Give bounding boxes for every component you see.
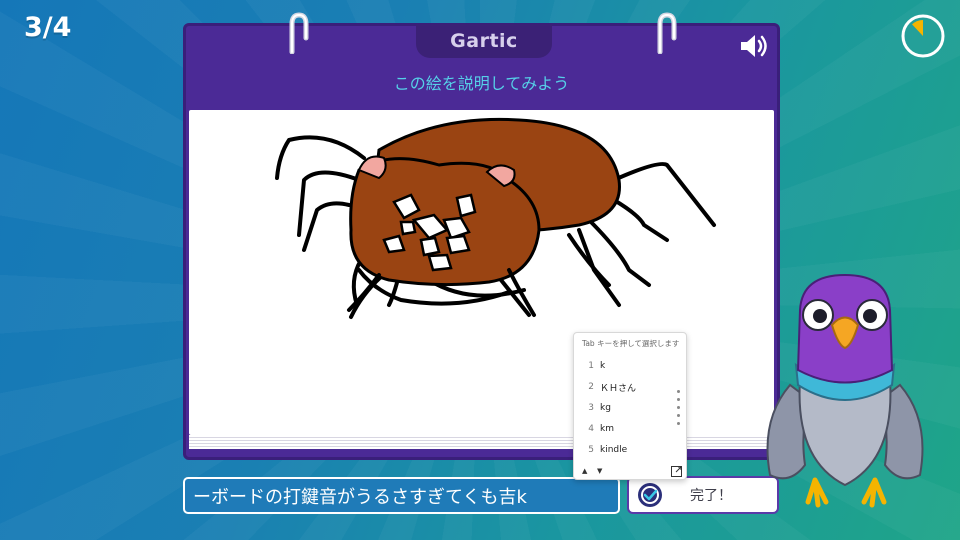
binder-ring-left (289, 12, 309, 54)
notebook-header: Gartic この絵を説明してみよう (186, 24, 777, 106)
ime-candidate[interactable]: 3 kg (574, 398, 678, 418)
answer-input[interactable] (183, 477, 620, 514)
ime-scroll-dots (677, 390, 681, 430)
ime-candidate[interactable]: 1k (574, 356, 678, 376)
ime-candidate-text: k (600, 361, 606, 371)
checkmark-icon (638, 483, 662, 507)
ime-candidate-text: kg (600, 403, 611, 413)
speaker-icon[interactable] (738, 32, 770, 60)
expand-icon[interactable] (671, 466, 682, 477)
binder-ring-right (657, 12, 677, 54)
ime-candidate[interactable]: 5 kindle (574, 440, 678, 460)
ime-candidate-text: kindle (600, 445, 628, 455)
ime-candidate-popup: Tab キーを押して選択します 1 k 2 ＫＨさん 3 kg 4 km 5 kindle ▲ ▼ (573, 332, 687, 480)
ime-page-up[interactable]: ▲ (582, 467, 587, 475)
ime-hint: Tab キーを押して選択します (582, 339, 680, 348)
ime-candidate-number: 5 (588, 445, 594, 455)
ime-candidate-number: 4 (588, 424, 594, 434)
round-counter: 3/4 (24, 12, 72, 43)
ime-candidate-number: 1 (588, 361, 594, 371)
pigeon-mascot-icon (766, 273, 924, 508)
ime-candidate-text: ＫＨさん (600, 383, 637, 394)
clock-icon (901, 14, 945, 58)
done-button[interactable]: 完了！ (627, 476, 779, 514)
ime-candidate-number: 2 (588, 382, 594, 392)
drawing-notebook: Gartic この絵を説明してみよう (183, 12, 780, 460)
ime-candidate[interactable]: 4 km (574, 419, 678, 439)
ime-candidate[interactable]: 2 ＫＨさん (574, 377, 678, 397)
done-button-label: 完了！ (690, 488, 732, 504)
prompt-text: この絵を説明してみよう (393, 74, 570, 93)
gartic-logo: Gartic (416, 24, 552, 58)
ime-candidate-text: km (600, 424, 614, 434)
logo-text: Gartic (450, 30, 518, 52)
ime-page-down[interactable]: ▼ (597, 467, 602, 475)
ime-candidate-number: 3 (588, 403, 594, 413)
